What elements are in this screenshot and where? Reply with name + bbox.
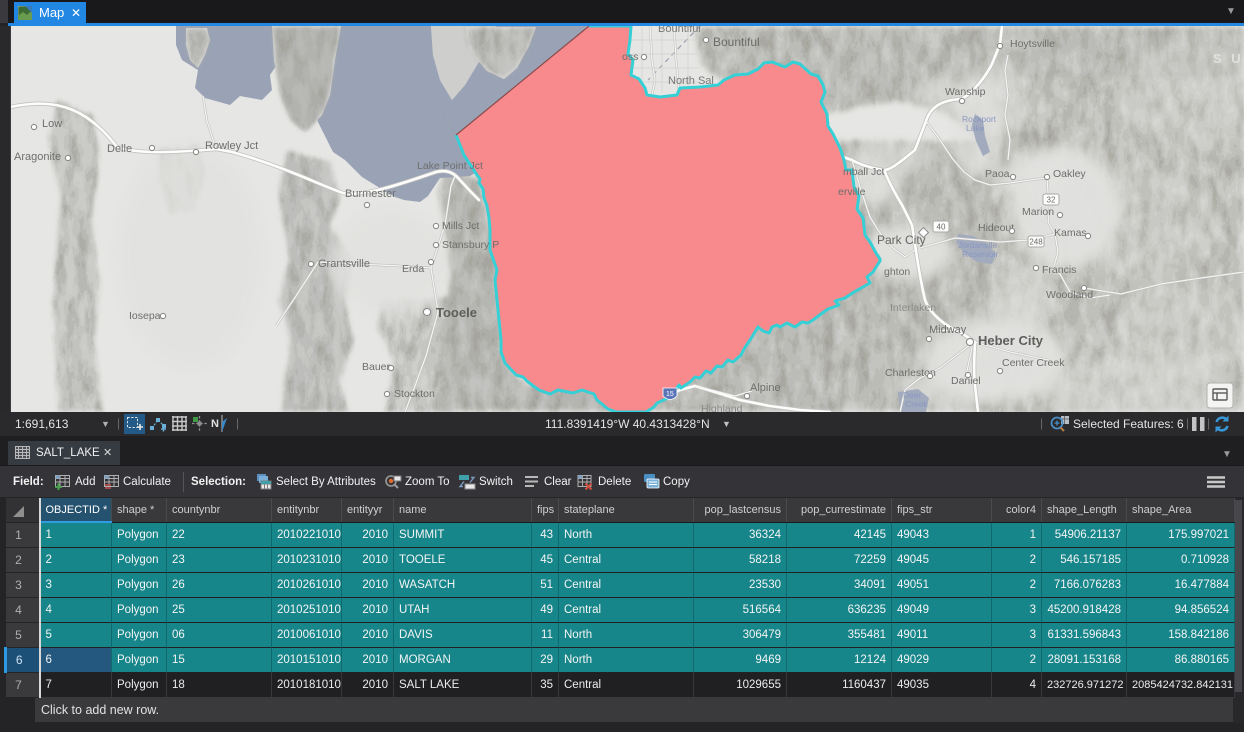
svg-text:S U: S U [1213,51,1244,66]
svg-text:Delle: Delle [107,143,132,155]
svg-text:Grantsville: Grantsville [318,258,370,270]
svg-text:Lake Point Jct: Lake Point Jct [417,160,483,172]
svg-text:Heber City: Heber City [978,333,1044,348]
svg-text:Highland: Highland [701,403,743,412]
svg-text:Paoa: Paoa [985,168,1010,180]
svg-text:Tooele: Tooele [436,305,477,320]
svg-text:Alpine: Alpine [750,382,781,394]
svg-text:Marion: Marion [1022,206,1054,218]
svg-text:Mills Jct: Mills Jct [442,220,479,232]
svg-text:Interlaken: Interlaken [890,302,936,314]
svg-text:Erda: Erda [402,263,424,275]
svg-text:Bauer: Bauer [362,361,391,373]
svg-text:248: 248 [1029,238,1043,247]
svg-text:40: 40 [937,223,946,232]
svg-text:Wanship: Wanship [945,86,986,98]
svg-text:Kamas: Kamas [1054,227,1087,239]
svg-text:Iosepa: Iosepa [129,310,161,322]
svg-text:Woodland: Woodland [1046,289,1093,301]
svg-text:Creek: Creek [905,399,928,409]
svg-text:Lake: Lake [966,123,985,133]
svg-text:Francis: Francis [1042,264,1076,276]
svg-text:Aragonite: Aragonite [14,151,61,163]
svg-text:Low: Low [42,118,62,130]
svg-text:Hideout: Hideout [978,222,1014,234]
svg-text:Hoytsville: Hoytsville [1010,38,1055,50]
svg-text:Burmester: Burmester [345,188,396,200]
svg-text:Midway: Midway [929,324,967,336]
svg-text:North Sal: North Sal [668,75,714,87]
svg-text:mball Jct: mball Jct [843,166,885,178]
svg-text:Park City: Park City [877,233,926,247]
svg-text:oss: oss [622,51,638,63]
svg-text:15: 15 [666,391,674,398]
svg-text:Center Creek: Center Creek [1002,357,1065,369]
svg-text:erville: erville [838,186,866,198]
svg-text:32: 32 [1047,196,1056,205]
svg-text:Bountiful: Bountiful [658,26,701,35]
svg-text:Rowley Jct: Rowley Jct [205,140,258,152]
svg-text:Bountiful: Bountiful [713,35,760,49]
svg-text:Stockton: Stockton [394,388,435,400]
svg-text:Reservoir: Reservoir [962,249,999,259]
svg-text:Stansbury P: Stansbury P [442,239,499,251]
svg-text:Oakley: Oakley [1053,168,1086,180]
svg-text:N: N [211,418,219,430]
svg-text:ghton: ghton [884,266,910,278]
